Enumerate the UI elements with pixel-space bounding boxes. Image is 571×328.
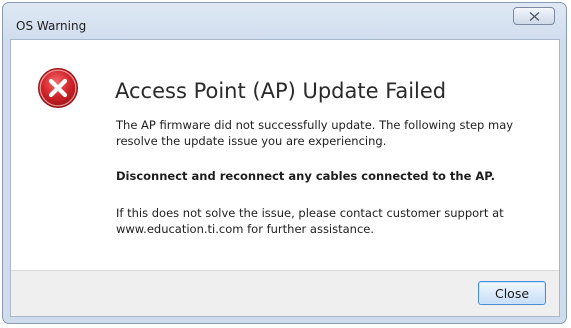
close-button[interactable]: Close [478, 281, 546, 305]
dialog-content: Access Point (AP) Update Failed The AP f… [10, 39, 560, 317]
window-title: OS Warning [16, 19, 87, 33]
message-text: The AP firmware did not successfully upd… [116, 118, 514, 148]
instruction-text: Disconnect and reconnect any cables conn… [116, 169, 495, 183]
error-icon [38, 68, 78, 108]
dialog-window: OS Warning Access Point (AP) Update Fail… [2, 2, 567, 324]
dialog-heading: Access Point (AP) Update Failed [115, 79, 447, 103]
close-icon [529, 11, 539, 21]
title-bar: OS Warning [3, 3, 566, 39]
dialog-footer: Close [11, 270, 559, 316]
window-close-button[interactable] [513, 7, 555, 25]
support-text: If this does not solve the issue, please… [116, 206, 504, 236]
